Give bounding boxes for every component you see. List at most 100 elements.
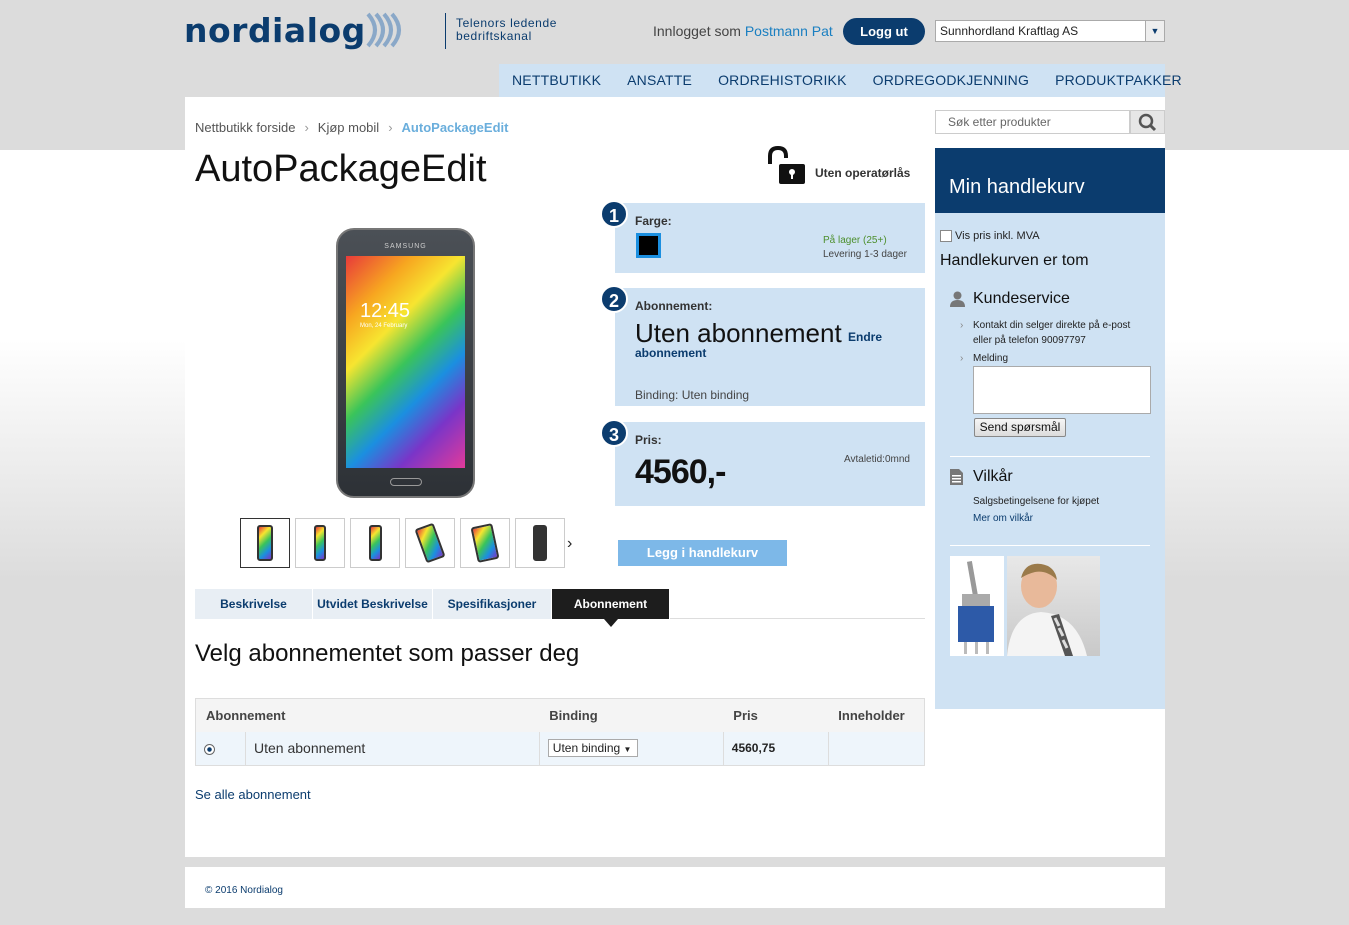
cell-binding: Uten binding ▼ [538, 731, 724, 766]
nav-item-produktpakker[interactable]: PRODUKTPAKKER [1042, 64, 1195, 97]
thumbnail[interactable] [515, 518, 565, 568]
thumbnail[interactable] [350, 518, 400, 568]
product-tabs: Beskrivelse Utvidet Beskrivelse Spesifik… [195, 589, 925, 627]
chevron-down-icon[interactable]: ▼ [1145, 21, 1164, 41]
chevron-right-icon: › [960, 353, 964, 364]
main-nav: NETTBUTIKK ANSATTE ORDREHISTORIKK ORDREG… [499, 64, 1182, 97]
column-header: Pris [723, 698, 829, 732]
logout-button[interactable]: Logg ut [843, 18, 925, 45]
delivery-time: Levering 1-3 dager [823, 249, 907, 260]
breadcrumb-item-home[interactable]: Nettbutikk forside [195, 120, 295, 135]
cart-empty-text: Handlekurven er tom [940, 252, 1089, 269]
terms-text: Salgsbetingelsene for kjøpet [973, 496, 1100, 507]
table-row: Uten abonnement Uten binding ▼ 4560,75 [195, 731, 925, 766]
terms-link[interactable]: Mer om vilkår [973, 511, 1033, 526]
contract-term: Avtaletid:0mnd [844, 454, 910, 465]
message-textarea[interactable] [973, 366, 1151, 414]
document-icon [950, 469, 963, 485]
vat-checkbox[interactable] [940, 230, 952, 242]
search-button[interactable] [1130, 110, 1165, 134]
cart-title: Min handlekurv [949, 176, 1085, 198]
company-select-value: Sunnhordland Kraftlag AS [940, 24, 1079, 38]
price-value: 4560,- [635, 453, 726, 491]
company-select[interactable]: Sunnhordland Kraftlag AS ▼ [935, 20, 1165, 42]
tab-abonnement[interactable]: Abonnement [552, 589, 670, 627]
search-input[interactable]: Søk etter produkter [935, 110, 1130, 134]
stock-status: På lager (25+) [823, 235, 887, 246]
page-title: AutoPackageEdit [195, 148, 487, 190]
sidebar-divider [950, 456, 1150, 457]
subscription-name: Uten abonnement [635, 318, 842, 348]
nav-item-ordregodkjenning[interactable]: ORDREGODKJENNING [860, 64, 1042, 97]
person-photo-illustration [1007, 563, 1087, 656]
thumbnail[interactable] [295, 518, 345, 568]
step-number-3: 3 [600, 419, 628, 447]
chevron-right-icon: › [304, 120, 309, 135]
toggle-switch-illustration [958, 561, 994, 654]
change-subscription-link[interactable]: Endre [848, 330, 882, 344]
thumbnail[interactable] [405, 518, 455, 568]
binding-text: Binding: Uten binding [635, 388, 750, 402]
tagline: Telenors ledende bedriftskanal [456, 17, 557, 43]
nav-item-nettbutikk[interactable]: NETTBUTIKK [499, 64, 614, 97]
cart-header: Min handlekurv [935, 148, 1165, 221]
person-icon [950, 291, 965, 307]
footer: © 2016 Nordialog [185, 867, 1165, 908]
product-search: Søk etter produkter [935, 110, 1165, 134]
table-header-row: Abonnement Binding Pris Inneholder [195, 698, 925, 732]
step-number-1: 1 [600, 200, 628, 228]
chevron-right-icon[interactable]: › [567, 535, 572, 553]
search-icon [1138, 113, 1157, 132]
customer-service-text-2: eller på telefon 90097797 [973, 335, 1086, 346]
phone-screen: 12:45 Mon, 24 February [346, 256, 465, 468]
nav-item-ansatte[interactable]: ANSATTE [614, 64, 705, 97]
breadcrumb-item-current: AutoPackageEdit [401, 120, 509, 135]
tab-utvidet-beskrivelse[interactable]: Utvidet Beskrivelse [313, 589, 433, 619]
color-label: Farge: [635, 214, 672, 228]
user-name-link[interactable]: Postmann Pat [745, 23, 833, 39]
thumbnail[interactable] [460, 518, 510, 568]
nordialog-logo[interactable]: nordialog [184, 8, 408, 52]
subscription-table: Abonnement Binding Pris Inneholder Uten … [195, 698, 925, 766]
column-header: Binding [539, 698, 724, 732]
binding-select-value: Uten binding [552, 741, 621, 756]
terms-title: Vilkår [973, 468, 1013, 485]
tab-spesifikasjoner[interactable]: Spesifikasjoner [433, 589, 552, 619]
tagline-line-2: bedriftskanal [456, 29, 532, 43]
lock-status-label: Uten operatørlås [815, 166, 911, 180]
breadcrumb-item-buy-mobile[interactable]: Kjøp mobil [318, 120, 379, 135]
logo-waves-icon [366, 12, 401, 48]
nav-item-ordrehistorikk[interactable]: ORDREHISTORIKK [705, 64, 860, 97]
tab-beskrivelse[interactable]: Beskrivelse [195, 589, 313, 619]
see-all-subscriptions-link[interactable]: Se alle abonnement [195, 787, 311, 802]
phone-home-button [390, 478, 422, 486]
subscription-radio[interactable] [204, 743, 215, 755]
color-swatch-black[interactable] [636, 233, 661, 258]
column-header: Abonnement [195, 698, 540, 732]
change-subscription-link-cont[interactable]: abonnement [635, 346, 706, 360]
breadcrumb: Nettbutikk forside › Kjøp mobil › AutoPa… [195, 120, 508, 135]
thumbnail[interactable] [240, 518, 290, 568]
vat-toggle[interactable]: Vis pris inkl. MVA [940, 230, 1040, 242]
logo-text: nordialog [184, 10, 366, 50]
section-title: Velg abonnementet som passer deg [195, 640, 580, 667]
unlock-icon [768, 146, 805, 184]
login-prefix: Innlogget som [653, 23, 741, 39]
add-to-cart-button[interactable]: Legg i handlekurv [618, 540, 787, 566]
phone-brand: SAMSUNG [384, 243, 427, 250]
binding-select[interactable]: Uten binding ▼ [547, 739, 638, 758]
message-label: Melding [973, 353, 1009, 364]
send-question-button[interactable]: Send spørsmål [974, 418, 1066, 437]
subscription-label: Abonnement: [635, 299, 713, 313]
copyright: © 2016 Nordialog [205, 885, 283, 896]
cell-price: 4560,75 [722, 731, 829, 766]
column-header: Inneholder [828, 698, 925, 732]
radio-cell [195, 731, 246, 766]
customer-service-text-1: Kontakt din selger direkte på e-post [973, 320, 1131, 331]
product-image: SAMSUNG 12:45 Mon, 24 February [336, 228, 475, 498]
vat-label: Vis pris inkl. MVA [955, 230, 1040, 242]
customer-service-photo [1007, 556, 1100, 656]
step-number-2: 2 [600, 285, 628, 313]
cell-contains [827, 731, 925, 766]
customer-service-title: Kundeservice [973, 290, 1070, 307]
